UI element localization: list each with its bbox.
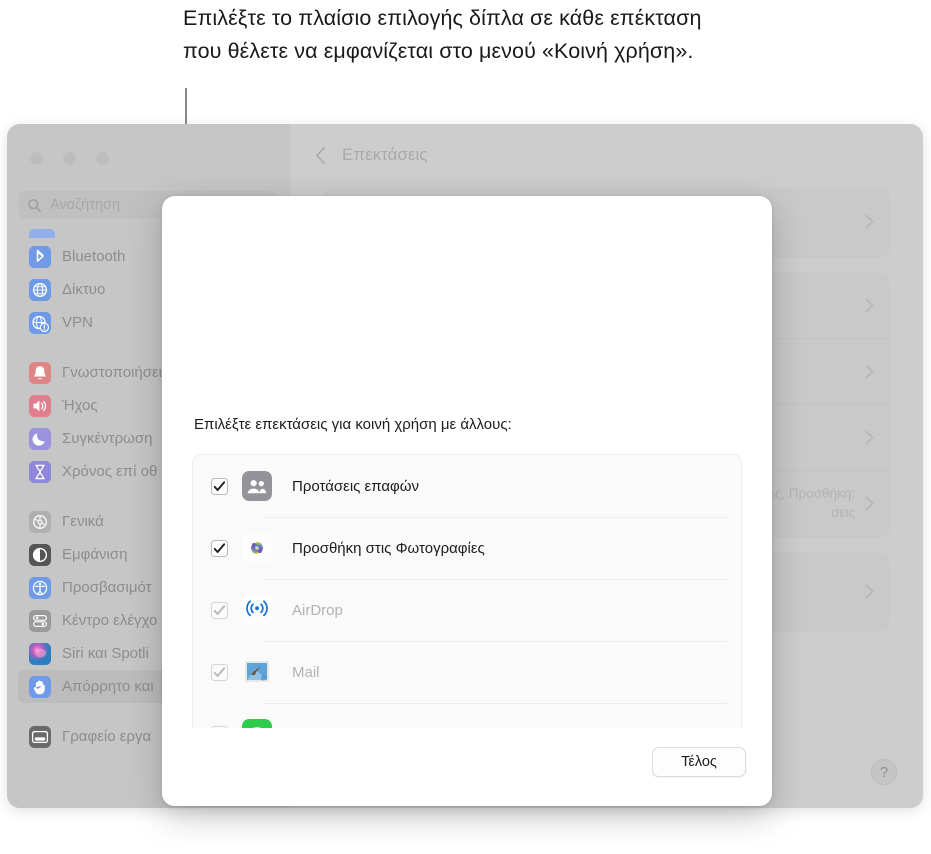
mail-icon	[242, 657, 272, 687]
control-center-icon	[29, 609, 51, 632]
contacts-suggestions-icon	[242, 471, 272, 501]
moon-icon	[29, 427, 51, 450]
sheet-footer: Τέλος	[162, 728, 772, 806]
speaker-icon	[29, 394, 51, 417]
chevron-left-icon[interactable]	[315, 146, 326, 165]
desktop-icon	[29, 725, 51, 748]
vpn-globe-icon	[29, 311, 51, 334]
extension-row-2[interactable]: Προσθήκη στις Φωτογραφίες	[193, 517, 741, 579]
extension-label: Mail	[292, 663, 320, 681]
siri-icon	[29, 642, 51, 665]
sidebar-item-label: Γνωστοποιήσεις	[62, 364, 170, 381]
screenshot-root: Επιλέξτε το πλαίσιο επιλογής δίπλα σε κά…	[0, 0, 931, 854]
airdrop-icon	[242, 595, 272, 625]
help-icon: ?	[879, 763, 889, 781]
extension-label: Προτάσεις επαφών	[292, 477, 419, 495]
window-traffic-lights[interactable]	[30, 152, 109, 165]
extension-row-1[interactable]: Προτάσεις επαφών	[193, 455, 741, 517]
network-globe-icon	[29, 278, 51, 301]
help-button[interactable]: ?	[871, 759, 897, 785]
bluetooth-icon	[29, 245, 51, 268]
hourglass-icon	[29, 460, 51, 483]
detail-header: Επεκτάσεις	[290, 124, 923, 186]
sidebar-item-label: Προσβασιμότ	[62, 579, 152, 596]
sidebar-item-label: Siri και Spotli	[62, 645, 149, 662]
minimize-button[interactable]	[63, 152, 76, 165]
sidebar-item-label: VPN	[62, 314, 93, 331]
row-value: φίες, Προσθήκη: σεις	[757, 484, 865, 522]
chevron-right-icon	[865, 298, 874, 312]
extension-row-4[interactable]: Mail	[193, 641, 741, 703]
accessibility-icon	[29, 576, 51, 599]
sidebar-item-label: Δίκτυο	[62, 281, 106, 298]
callout-text: Επιλέξτε το πλαίσιο επιλογής δίπλα σε κά…	[183, 6, 702, 63]
extension-row-3[interactable]: AirDrop	[193, 579, 741, 641]
chevron-right-icon	[865, 496, 874, 510]
sidebar-item-label: Bluetooth	[62, 248, 126, 265]
sidebar-item-label: Χρόνος επί οθ	[62, 463, 158, 480]
chevron-right-icon	[865, 214, 874, 228]
chevron-right-icon	[865, 430, 874, 444]
extension-checkbox[interactable]	[211, 601, 228, 619]
sidebar-item-label: Απόρρητο και	[62, 678, 154, 695]
privacy-hand-icon	[29, 675, 51, 698]
extension-checkbox[interactable]	[211, 539, 228, 557]
sheet-prompt: Επιλέξτε επεκτάσεις για κοινή χρήση με ά…	[194, 416, 512, 433]
photos-icon	[242, 533, 272, 563]
search-placeholder: Αναζήτηση	[50, 197, 121, 213]
sidebar-item-label: Γενικά	[62, 513, 104, 530]
done-button[interactable]: Τέλος	[652, 747, 746, 777]
sidebar-item-label: Εμφάνιση	[62, 546, 128, 563]
search-icon	[28, 198, 41, 212]
extension-label: AirDrop	[292, 601, 343, 619]
extension-checkbox[interactable]	[211, 663, 228, 681]
chevron-right-icon	[865, 364, 874, 378]
share-extensions-sheet: Επιλέξτε επεκτάσεις για κοινή χρήση με ά…	[162, 196, 772, 806]
sidebar-item-label: Συγκέντρωση	[62, 430, 153, 447]
chevron-right-icon	[865, 584, 874, 598]
appearance-icon	[29, 543, 51, 566]
sidebar-item-label: Κέντρο ελέγχο	[62, 612, 158, 629]
extension-checkbox[interactable]	[211, 477, 228, 495]
gear-icon	[29, 510, 51, 533]
sidebar-item-label: Ήχος	[62, 397, 98, 414]
bell-icon	[29, 361, 51, 384]
page-title: Επεκτάσεις	[342, 145, 428, 164]
extension-label: Προσθήκη στις Φωτογραφίες	[292, 539, 485, 557]
sidebar-item-label: Γραφείο εργα	[62, 728, 152, 745]
zoom-button[interactable]	[96, 152, 109, 165]
close-button[interactable]	[30, 152, 43, 165]
